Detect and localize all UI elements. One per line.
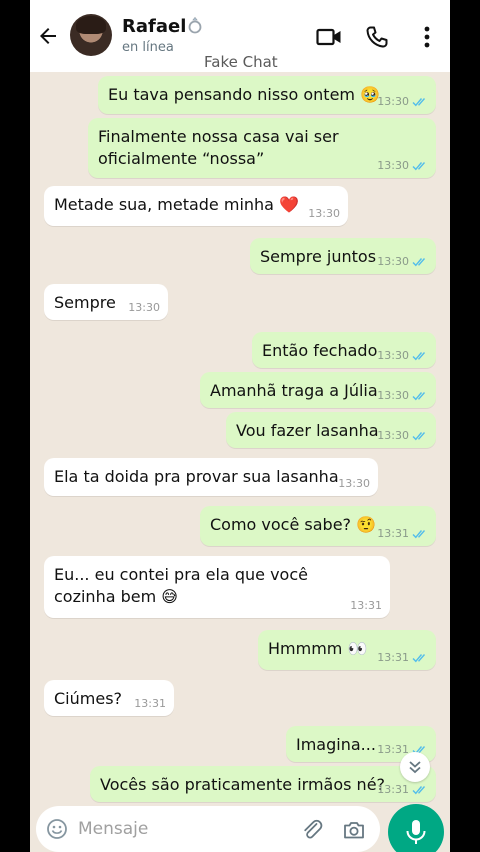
ring-icon — [188, 16, 202, 34]
message-meta: 13:30 — [338, 477, 370, 490]
phone-icon[interactable] — [364, 24, 390, 50]
message-bubble[interactable]: Metade sua, metade minha ❤️ 13:30 — [44, 186, 348, 226]
message-bubble[interactable]: Amanhã traga a Júlia 13:30 — [200, 372, 436, 408]
message-input[interactable] — [78, 814, 278, 844]
avatar[interactable] — [70, 14, 112, 56]
message-bubble[interactable]: Finalmente nossa casa vai ser oficialmen… — [88, 118, 436, 178]
message-meta: 13:31 — [134, 697, 166, 710]
message-bubble[interactable]: Então fechado 13:30 — [252, 332, 436, 368]
microphone-icon — [406, 820, 426, 844]
message-bubble[interactable]: Como você sabe? 🤨 13:31 — [200, 506, 436, 546]
message-text: Ela ta doida pra provar sua lasanha — [54, 467, 339, 486]
message-meta: 13:30 — [377, 389, 428, 402]
read-ticks-icon — [412, 351, 426, 360]
message-bubble[interactable]: Hmmmm 👀 13:31 — [258, 630, 436, 670]
message-time: 13:30 — [377, 429, 409, 442]
video-call-icon[interactable] — [316, 24, 342, 50]
message-time: 13:30 — [377, 159, 409, 172]
message-bubble[interactable]: Sempre 13:30 — [44, 284, 168, 320]
message-meta: 13:31 — [350, 599, 382, 612]
message-time: 13:30 — [377, 95, 409, 108]
message-meta: 13:30 — [377, 95, 428, 108]
voice-message-button[interactable] — [388, 804, 444, 852]
message-time: 13:30 — [308, 207, 340, 220]
message-time: 13:30 — [128, 301, 160, 314]
message-text: Metade sua, metade minha ❤️ — [54, 195, 299, 214]
scroll-to-bottom-button[interactable] — [400, 752, 430, 782]
message-time: 13:31 — [377, 651, 409, 664]
message-bubble[interactable]: Sempre juntos 13:30 — [250, 238, 436, 274]
fake-chat-watermark: Fake Chat — [204, 53, 278, 71]
message-text: Eu... eu contei pra ela que você cozinha… — [54, 565, 308, 606]
message-time: 13:30 — [338, 477, 370, 490]
read-ticks-icon — [412, 653, 426, 662]
message-meta: 13:31 — [377, 783, 428, 796]
paperclip-icon[interactable] — [300, 818, 324, 842]
message-bubble[interactable]: Vou fazer lasanha 13:30 — [226, 412, 436, 448]
message-time: 13:31 — [350, 599, 382, 612]
contact-name[interactable]: Rafael — [122, 16, 205, 37]
message-bubble[interactable]: Eu tava pensando nisso ontem 🥹 13:30 — [98, 76, 436, 114]
message-meta: 13:30 — [377, 159, 428, 172]
read-ticks-icon — [412, 391, 426, 400]
back-arrow-icon[interactable] — [36, 22, 60, 50]
read-ticks-icon — [412, 161, 426, 170]
message-time: 13:30 — [377, 389, 409, 402]
message-time: 13:30 — [377, 255, 409, 268]
chat-screen: Rafael en línea Fake Chat Eu tava pensan… — [30, 0, 450, 852]
contact-status: en línea — [122, 40, 174, 55]
message-time: 13:31 — [377, 783, 409, 796]
message-time: 13:31 — [134, 697, 166, 710]
read-ticks-icon — [412, 785, 426, 794]
message-meta: 13:31 — [377, 651, 428, 664]
message-meta: 13:31 — [377, 527, 428, 540]
chat-header: Rafael en línea Fake Chat — [30, 0, 450, 72]
emoji-icon[interactable] — [46, 818, 68, 840]
message-meta: 13:30 — [377, 255, 428, 268]
message-meta: 13:30 — [128, 301, 160, 314]
message-meta: 13:30 — [377, 429, 428, 442]
message-meta: 13:30 — [377, 349, 428, 362]
message-bubble[interactable]: Eu... eu contei pra ela que você cozinha… — [44, 556, 390, 618]
read-ticks-icon — [412, 257, 426, 266]
message-meta: 13:30 — [308, 207, 340, 220]
message-composer — [36, 806, 380, 852]
read-ticks-icon — [412, 97, 426, 106]
message-bubble[interactable]: Ela ta doida pra provar sua lasanha 13:3… — [44, 458, 378, 496]
message-text: Finalmente nossa casa vai ser oficialmen… — [98, 127, 339, 168]
message-bubble[interactable]: Ciúmes? 13:31 — [44, 680, 174, 716]
more-vertical-icon[interactable] — [414, 24, 440, 50]
message-time: 13:31 — [377, 527, 409, 540]
read-ticks-icon — [412, 529, 426, 538]
double-chevron-down-icon — [409, 761, 421, 774]
message-bubble[interactable]: Vocês são praticamente irmãos né? 13:31 — [90, 766, 436, 802]
camera-icon[interactable] — [342, 818, 366, 842]
message-time: 13:30 — [377, 349, 409, 362]
read-ticks-icon — [412, 431, 426, 440]
